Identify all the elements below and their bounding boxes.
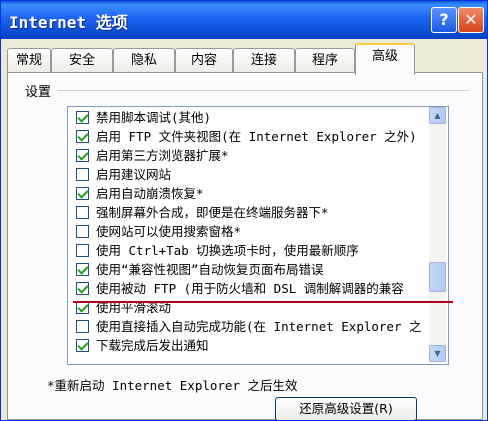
tab-general[interactable]: 常规	[7, 48, 51, 73]
scroll-up-button[interactable]: ▲	[429, 107, 446, 124]
vertical-scrollbar[interactable]: ▲ ▼	[429, 107, 446, 362]
red-underline-annotation	[73, 301, 453, 303]
list-item-label: 启用建议网站	[96, 167, 172, 182]
tab-strip: 常规 安全 隐私 内容 连接 程序 高级	[7, 43, 487, 75]
tab-connections[interactable]: 连接	[233, 48, 295, 73]
tab-content[interactable]: 内容	[175, 48, 233, 73]
list-item-label: 启用 FTP 文件夹视图(在 Internet Explorer 之外)	[96, 129, 417, 144]
tab-programs[interactable]: 程序	[295, 48, 355, 73]
list-item-label: 启用第三方浏览器扩展*	[96, 148, 229, 163]
checkbox[interactable]	[76, 149, 89, 162]
title-bar[interactable]: Internet 选项 ? ✕	[1, 1, 487, 39]
list-item-label: 启用自动崩溃恢复*	[96, 186, 204, 201]
restart-footnote: *重新启动 Internet Explorer 之后生效	[47, 378, 298, 393]
tab-security[interactable]: 安全	[51, 48, 113, 73]
tab-privacy[interactable]: 隐私	[113, 48, 175, 73]
list-item-label: 使用 Ctrl+Tab 切换选项卡时，使用最新顺序	[96, 243, 359, 258]
list-item-label: 使网站可以使用搜索窗格*	[96, 224, 242, 239]
restore-advanced-settings-button[interactable]: 还原高级设置(R)	[275, 397, 417, 420]
list-item-label: 强制屏幕外合成，即便是在终端服务器下*	[96, 205, 329, 220]
list-item-label: 下载完成后发出通知	[96, 338, 209, 353]
list-item-label: 使用被动 FTP (用于防火墙和 DSL 调制解调器的兼容	[96, 281, 404, 296]
checkbox[interactable]	[76, 244, 89, 257]
checkbox[interactable]	[76, 168, 89, 181]
checkbox[interactable]	[76, 187, 89, 200]
tab-advanced[interactable]: 高级	[355, 43, 415, 75]
internet-options-dialog: Internet 选项 ? ✕ 常规 安全 隐私 内容 连接 程序 高级 设置 …	[0, 0, 488, 421]
list-item-label: 使用“兼容性视图”自动恢复页面布局错误	[96, 262, 324, 277]
settings-list[interactable]: 禁用脚本调试(其他) 启用 FTP 文件夹视图(在 Internet Explo…	[67, 106, 449, 365]
help-button[interactable]: ?	[431, 7, 457, 33]
checkbox[interactable]	[76, 111, 89, 124]
scroll-thumb[interactable]	[429, 261, 446, 292]
checkbox[interactable]	[76, 263, 89, 276]
checkbox[interactable]	[76, 225, 89, 238]
checkbox[interactable]	[76, 282, 89, 295]
checkbox[interactable]	[76, 130, 89, 143]
checkbox[interactable]	[76, 320, 89, 333]
list-item-label: 禁用脚本调试(其他)	[96, 110, 212, 125]
checkbox[interactable]	[76, 339, 89, 352]
list-item-label: 使用直接插入自动完成功能(在 Internet Explorer 之	[96, 319, 422, 334]
settings-group-label: 设置	[25, 85, 52, 100]
window-title: Internet 选项	[9, 13, 128, 32]
scroll-down-button[interactable]: ▼	[429, 345, 446, 362]
group-divider	[57, 90, 469, 91]
close-button[interactable]: ✕	[458, 7, 484, 33]
checkbox[interactable]	[76, 206, 89, 219]
